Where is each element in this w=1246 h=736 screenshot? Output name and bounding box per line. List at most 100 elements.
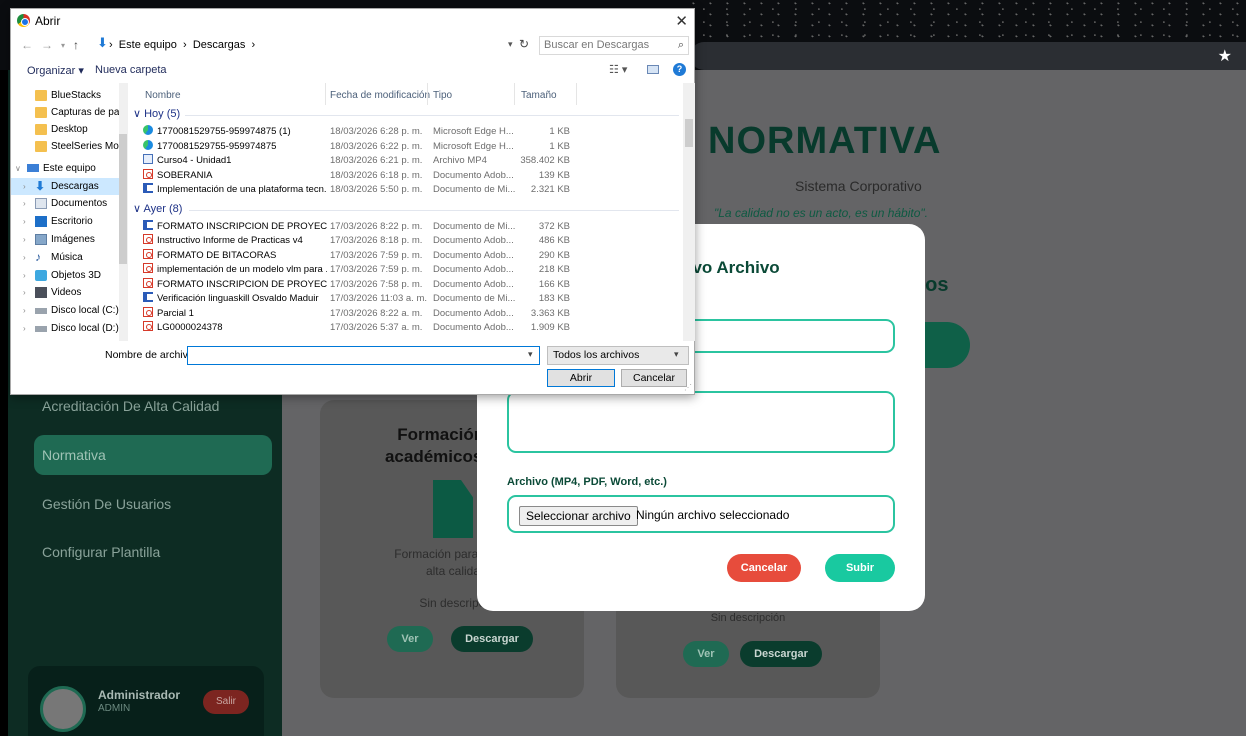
column-type[interactable]: Tipo	[433, 90, 452, 101]
sidebar-item-plantilla[interactable]: Configurar Plantilla	[34, 532, 272, 572]
expand-chevron-icon[interactable]: ›	[23, 267, 26, 284]
filename-dropdown-icon[interactable]: ▾	[528, 349, 533, 360]
address-bar[interactable]	[690, 42, 1246, 70]
help-icon[interactable]: ?	[673, 63, 686, 76]
file-scrollbar-thumb[interactable]	[685, 119, 693, 147]
nav-item[interactable]: Capturas de pan	[11, 104, 123, 121]
bookmark-star-icon[interactable]: ★	[1218, 46, 1232, 66]
organize-menu[interactable]: Organizar ▾	[27, 64, 84, 77]
file-label: Archivo (MP4, PDF, Word, etc.)	[507, 476, 667, 488]
search-input[interactable]: Buscar en Descargas ⌕	[539, 36, 689, 55]
resize-grip[interactable]: ⋰	[684, 383, 692, 392]
avatar	[40, 686, 86, 732]
collapse-chevron-icon[interactable]: ∨	[15, 160, 21, 177]
file-name: FORMATO INSCRIPCION DE PROYECTOS ...	[157, 278, 327, 290]
nav-item[interactable]: › Objetos 3D	[11, 267, 123, 284]
sidebar-item-usuarios[interactable]: Gestión De Usuarios	[34, 484, 272, 524]
file-row[interactable]: Verificación linguaskill Osvaldo Maduir 1…	[131, 292, 683, 306]
view-button[interactable]: Ver	[683, 641, 729, 667]
file-row[interactable]: LG0000024378 17/03/2026 5:37 a. m. Documen…	[131, 321, 683, 335]
file-row[interactable]: 1770081529755-959974875 18/03/2026 6:22 p…	[131, 139, 683, 154]
file-name: SOBERANIA	[157, 169, 213, 181]
group-header[interactable]: ∨ Hoy (5)	[133, 107, 180, 120]
column-name[interactable]: Nombre	[145, 90, 181, 101]
group-collapse-icon[interactable]: ∨	[133, 108, 144, 120]
download-button[interactable]: Descargar	[451, 626, 533, 652]
nav-item[interactable]: ∨ Este equipo	[11, 160, 123, 177]
file-status: Ningún archivo seleccionado	[636, 508, 790, 522]
breadcrumb[interactable]: › Este equipo › Descargas ›	[109, 36, 539, 55]
download-button[interactable]: Descargar	[740, 641, 822, 667]
nav-item[interactable]: › Imágenes	[11, 231, 123, 248]
forward-icon[interactable]: →	[41, 38, 53, 52]
view-options-icon[interactable]: ☷ ▾	[609, 63, 627, 76]
expand-chevron-icon[interactable]: ›	[23, 213, 26, 230]
choose-file-button[interactable]: Seleccionar archivo	[519, 506, 638, 526]
file-size: 290 KB	[538, 249, 570, 261]
file-type-select[interactable]: Todos los archivos	[547, 346, 689, 365]
nav-item[interactable]: › Videos	[11, 284, 123, 301]
upload-button[interactable]: Subir	[825, 554, 895, 582]
file-row[interactable]: FORMATO INSCRIPCION DE PROYECTOS ...17/0…	[131, 219, 683, 234]
nav-item[interactable]: › ♪ Música	[11, 249, 123, 266]
nav-scrollbar-thumb[interactable]	[119, 134, 127, 264]
nav-item[interactable]: › Disco local (C:)	[11, 302, 123, 319]
breadcrumb-downloads[interactable]: Descargas	[193, 39, 246, 51]
file-row[interactable]: FORMATO INSCRIPCION DE PROYECTOS ...17/0…	[131, 277, 683, 292]
expand-chevron-icon[interactable]: ›	[23, 231, 26, 248]
expand-chevron-icon[interactable]: ›	[23, 284, 26, 301]
filename-input[interactable]	[187, 346, 540, 365]
nav-item[interactable]: › Documentos	[11, 195, 123, 212]
file-row[interactable]: FORMATO DE BITACORAS 17/03/2026 7:59 p. m…	[131, 248, 683, 263]
breadcrumb-this-pc[interactable]: Este equipo	[119, 39, 177, 51]
up-arrow-icon[interactable]: ↑	[73, 38, 79, 52]
file-date: 18/03/2026 6:28 p. m.	[330, 126, 423, 137]
dialog-navbar: ← → ▾ ↑ ⬇ › Este equipo › Descargas › ▾ …	[11, 35, 694, 57]
file-row[interactable]: implementación de un modelo vlm para ...…	[131, 263, 683, 277]
file-row[interactable]: 1770081529755-959974875 (1) 18/03/2026 6:…	[131, 125, 683, 139]
recent-chevron-icon[interactable]: ▾	[61, 41, 65, 50]
column-divider[interactable]	[514, 83, 515, 105]
new-folder-button[interactable]: Nueva carpeta	[95, 64, 167, 76]
cancel-button[interactable]: Cancelar	[727, 554, 801, 582]
column-date[interactable]: Fecha de modificación	[330, 90, 430, 101]
file-row[interactable]: Parcial 1 17/03/2026 8:22 a. m. Documento …	[131, 306, 683, 321]
group-header[interactable]: ∨ Ayer (8)	[133, 202, 182, 215]
column-divider[interactable]	[427, 83, 428, 105]
nav-item-label: Desktop	[51, 124, 88, 135]
refresh-icon[interactable]: ↻	[519, 37, 529, 51]
expand-chevron-icon[interactable]: ›	[23, 178, 26, 195]
nav-item[interactable]: › Escritorio	[11, 213, 123, 230]
column-divider[interactable]	[576, 83, 577, 105]
dialog-cancel-button[interactable]: Cancelar	[621, 369, 687, 387]
nav-item[interactable]: › ⬇ Descargas	[11, 178, 123, 195]
nav-item[interactable]: SteelSeries Mom	[11, 138, 123, 155]
dialog-title: Abrir	[35, 14, 61, 28]
expand-chevron-icon[interactable]: ›	[23, 249, 26, 266]
view-button[interactable]: Ver	[387, 626, 433, 652]
nav-item[interactable]: Desktop	[11, 121, 123, 138]
description-textarea[interactable]	[507, 391, 895, 453]
file-row[interactable]: Instructivo Informe de Practicas v4 17/03…	[131, 234, 683, 248]
expand-chevron-icon[interactable]: ›	[23, 320, 26, 337]
file-row[interactable]: Implementación de una plataforma tecn...…	[131, 183, 683, 197]
pdf-icon	[143, 234, 153, 244]
file-row[interactable]: SOBERANIA 18/03/2026 6:18 p. m. Documento …	[131, 168, 683, 183]
path-dropdown-icon[interactable]: ▾	[508, 39, 513, 50]
expand-chevron-icon[interactable]: ›	[23, 302, 26, 319]
nav-item[interactable]: BlueStacks	[11, 87, 123, 104]
group-collapse-icon[interactable]: ∨	[133, 203, 144, 215]
column-size[interactable]: Tamaño	[521, 90, 557, 101]
back-icon[interactable]: ←	[21, 38, 33, 52]
column-divider[interactable]	[325, 83, 326, 105]
group-label: Ayer (8)	[143, 202, 183, 215]
nav-item[interactable]: › Disco local (D:)	[11, 320, 123, 337]
open-button[interactable]: Abrir	[547, 369, 615, 387]
preview-pane-icon[interactable]	[647, 65, 659, 74]
close-icon[interactable]: ✕	[675, 12, 688, 30]
file-row[interactable]: Curso4 - Unidad1 18/03/2026 6:21 p. m. Arc…	[131, 154, 683, 168]
logout-button[interactable]: Salir	[203, 690, 249, 714]
dialog-titlebar[interactable]: Abrir ✕	[11, 9, 694, 33]
expand-chevron-icon[interactable]: ›	[23, 195, 26, 212]
sidebar-item-normativa[interactable]: Normativa	[34, 435, 272, 475]
